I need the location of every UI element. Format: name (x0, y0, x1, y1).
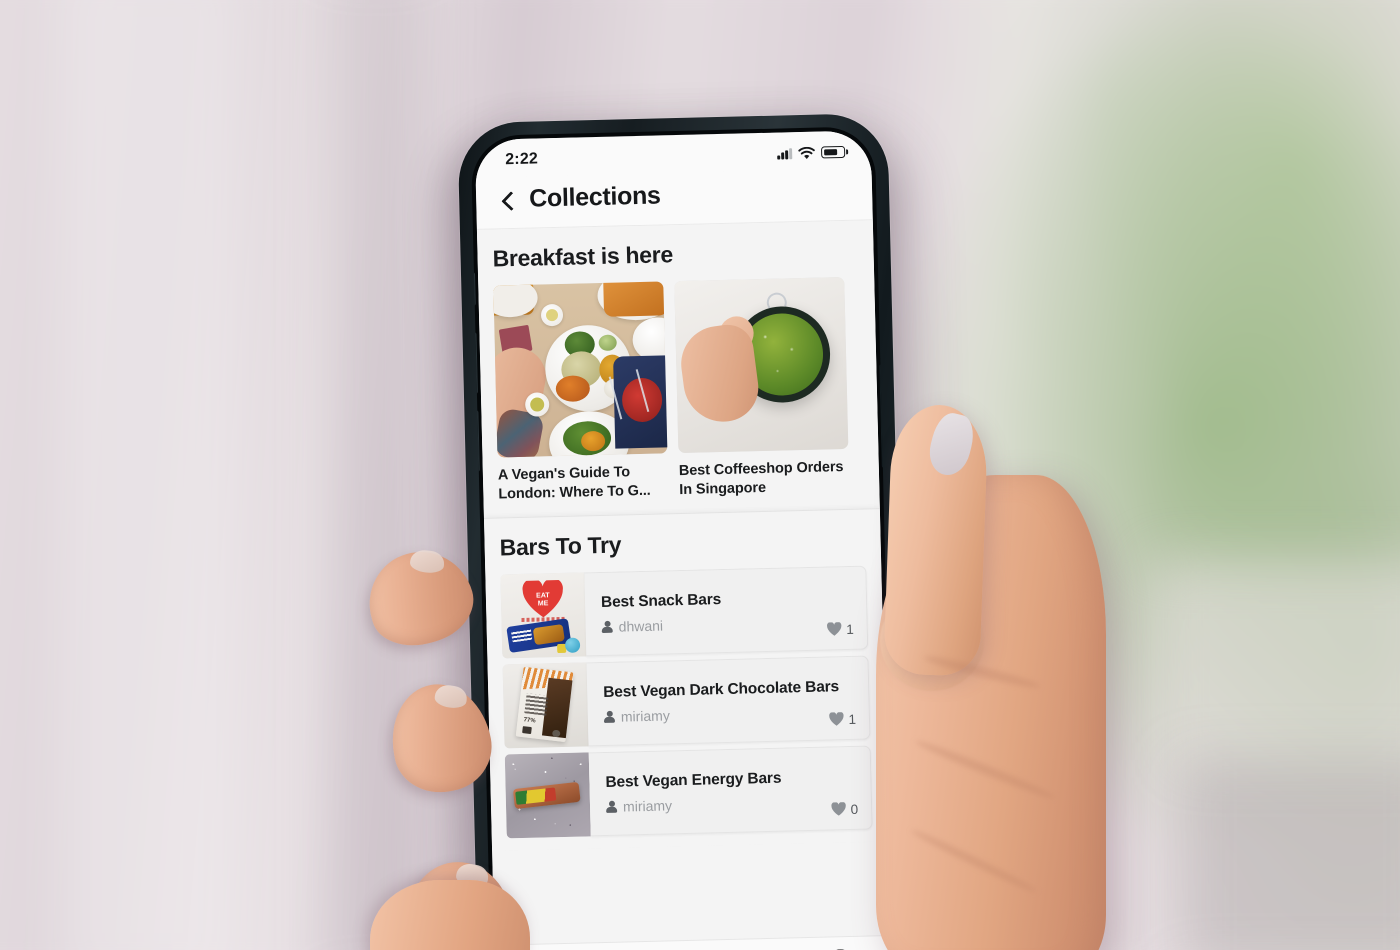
list-item-meta: miriamy (606, 793, 857, 815)
thumb (370, 880, 530, 950)
list-item-author: miriamy (620, 707, 671, 725)
list-item-title: Best Vegan Dark Chocolate Bars (603, 677, 840, 701)
like-count-group[interactable]: 1 (829, 711, 856, 727)
user-icon (602, 621, 613, 633)
section-title: Bars To Try (499, 531, 622, 561)
food-item (603, 281, 668, 317)
fingernail (409, 548, 446, 575)
user-icon (604, 711, 615, 723)
index-finger (883, 403, 989, 677)
section-breakfast: Breakfast is here A Vegan's Guide To Lon… (476, 220, 880, 518)
phone-screen-housing: 2:22 Collections Breakfast is here A Veg… (470, 126, 896, 950)
list-item[interactable]: 77% Best Vegan Dark Chocolate Bars miria… (502, 655, 871, 748)
like-count-group[interactable]: 1 (827, 621, 854, 637)
fingernail (924, 409, 979, 480)
list-item-body: Best Snack Bars dhwani 1 (584, 565, 869, 656)
heart-icon (831, 802, 847, 816)
background-highlight (60, 0, 240, 950)
tab-profile[interactable] (817, 942, 864, 950)
svg-text:EAT: EAT (536, 592, 550, 599)
card-carousel[interactable]: A Vegan's Guide To London: Where To G... (478, 276, 879, 505)
battery-icon (820, 145, 846, 159)
fingernail (433, 683, 469, 710)
like-count: 1 (848, 711, 857, 727)
signal-bars-icon (777, 147, 793, 160)
card-caption: Best Coffeeshop Orders In Singapore (678, 459, 844, 499)
package-text (524, 692, 549, 716)
green-smoothie-image (674, 276, 849, 454)
sauce-bowl (540, 303, 564, 327)
volume-down-button[interactable] (473, 409, 480, 473)
blue-sphere (564, 637, 581, 653)
section-bars-to-try: Bars To Try EAT ME Best Snack Bars dhwan… (483, 507, 888, 851)
list-item-body: Best Vegan Energy Bars miriamy 0 (588, 745, 873, 836)
like-count: 1 (846, 621, 854, 637)
brand-logo (522, 725, 532, 734)
vegan-food-spread-image (493, 281, 668, 458)
card-thumbnail (674, 276, 849, 454)
like-count-group[interactable]: 0 (831, 801, 858, 817)
bottom-thumb (370, 880, 530, 950)
photo-scene: 2:22 Collections Breakfast is here A Veg… (0, 0, 1400, 950)
mute-switch[interactable] (470, 271, 476, 307)
user-icon (606, 801, 617, 813)
collection-card[interactable]: A Vegan's Guide To London: Where To G... (493, 281, 668, 505)
tab-notifications[interactable] (743, 944, 790, 950)
list-item-title: Best Vegan Energy Bars (605, 769, 782, 791)
bar-label (515, 787, 557, 805)
nav-header: Collections (475, 168, 873, 230)
tab-add[interactable] (669, 946, 716, 950)
list-item-title: Best Snack Bars (600, 590, 722, 611)
list-item-author: dhwani (618, 617, 664, 635)
certification-logo (551, 729, 561, 737)
heart-shape: EAT ME (522, 579, 565, 618)
sauce-bowl (524, 392, 550, 417)
smartphone: 2:22 Collections Breakfast is here A Veg… (457, 112, 909, 950)
cocoa-percent: 77% (523, 716, 536, 725)
collection-list: EAT ME Best Snack Bars dhwani 1 77% Best… (485, 565, 887, 839)
background-floor (1180, 760, 1400, 950)
section-title: Breakfast is here (492, 241, 674, 272)
page-title: Collections (528, 181, 661, 213)
collection-card[interactable]: Best Coffeeshop Orders In Singapore (674, 276, 849, 501)
list-item[interactable]: EAT ME Best Snack Bars dhwani 1 (500, 565, 869, 659)
status-time: 2:22 (505, 150, 539, 169)
card-caption: A Vegan's Guide To London: Where To G... (497, 464, 651, 503)
svg-text:ME: ME (538, 600, 549, 607)
list-item-meta: miriamy (604, 703, 855, 725)
volume-up-button[interactable] (471, 331, 478, 395)
phone-screen: 2:22 Collections Breakfast is here A Veg… (474, 130, 892, 950)
phone-bezel: 2:22 Collections Breakfast is here A Veg… (457, 112, 909, 950)
heart-icon (829, 712, 844, 726)
scroll-content[interactable]: Breakfast is here A Vegan's Guide To Lon… (476, 220, 891, 945)
finger (383, 676, 499, 800)
list-item-author: miriamy (622, 797, 673, 815)
card-thumbnail (493, 281, 668, 458)
heart-icon (827, 622, 842, 636)
like-count: 0 (850, 801, 859, 817)
right-hand-palm (876, 403, 1176, 950)
finger (357, 539, 483, 657)
list-item[interactable]: Best Vegan Energy Bars miriamy 0 (504, 745, 873, 838)
hand (676, 321, 763, 427)
chocolate-package: 77% (515, 666, 574, 742)
status-icons (777, 145, 846, 160)
list-item-meta: dhwani (601, 613, 852, 635)
list-item-body: Best Vegan Dark Chocolate Bars miriamy 1 (586, 655, 871, 746)
wifi-icon (798, 146, 815, 159)
back-chevron-icon[interactable] (500, 192, 515, 207)
